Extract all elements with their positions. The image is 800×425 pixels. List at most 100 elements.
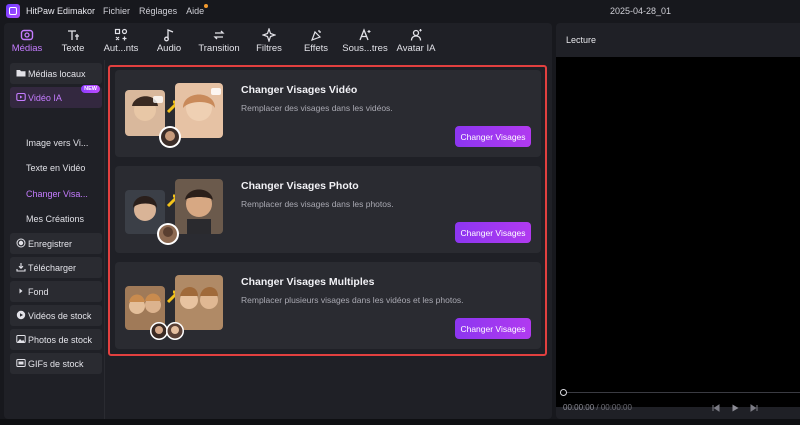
sidebar-item-label: Fond (28, 286, 49, 297)
playback-progress-track[interactable] (567, 392, 800, 393)
tab-medias-label: Médias (11, 43, 43, 54)
app-name: HitPaw Edimakor (26, 6, 96, 16)
tab-automations-label: Aut...nts (103, 43, 139, 54)
previous-frame-button[interactable] (711, 403, 721, 415)
changer-visages-video-button[interactable]: Changer Visages (455, 126, 531, 147)
step-back-icon (712, 404, 720, 412)
photo-icon (16, 335, 26, 343)
tab-filtres-label: Filtres (256, 43, 282, 54)
sidebar-item-fond[interactable]: Fond (10, 281, 102, 302)
card-changer-visages-video[interactable]: Changer Visages Vidéo Remplacer des visa… (115, 70, 541, 157)
play-circle-icon (16, 310, 26, 320)
sparkle-icon (262, 26, 276, 43)
tab-effets[interactable]: Effets (292, 23, 340, 59)
ai-video-icon (16, 92, 26, 102)
sidebar-item-label: Vidéo IA (28, 92, 62, 103)
card-changer-visages-multiples[interactable]: Changer Visages Multiples Remplacer plus… (115, 262, 541, 349)
card-title: Changer Visages Photo (241, 180, 359, 192)
total-time: 00:00:00 (600, 403, 632, 412)
tab-texte[interactable]: Texte (50, 23, 96, 59)
current-time: 00:00:00 (563, 403, 595, 412)
tab-texte-label: Texte (61, 43, 85, 54)
card-title: Changer Visages Multiples (241, 276, 375, 288)
gif-icon (16, 359, 26, 367)
changer-visages-multiples-button[interactable]: Changer Visages (455, 318, 531, 339)
music-note-icon (162, 26, 176, 43)
sidebar-subitem-changer-visages[interactable]: Changer Visa... (26, 189, 88, 199)
step-forward-icon (750, 404, 758, 412)
new-badge: NEW (81, 85, 100, 93)
chevron-right-icon (19, 288, 23, 294)
title-bar: HitPaw Edimakor Fichier Réglages Aide (0, 0, 800, 22)
tab-avatar-ia[interactable]: Avatar IA (390, 23, 442, 59)
play-button[interactable] (730, 403, 740, 415)
sidebar-item-label: Photos de stock (28, 334, 93, 345)
sidebar-divider (104, 60, 105, 419)
sidebar-item-label: Vidéos de stock (28, 310, 92, 321)
tab-avatar-ia-label: Avatar IA (396, 43, 436, 54)
menu-fichier[interactable]: Fichier (103, 6, 130, 16)
bottom-strip (0, 419, 800, 425)
menu-aide-label: Aide (186, 6, 205, 16)
sidebar-item-label: Médias locaux (28, 68, 86, 79)
playhead-handle[interactable] (560, 389, 567, 396)
sidebar-item-video-ia[interactable]: Vidéo IA NEW (10, 85, 102, 108)
app-window: HitPaw Edimakor Fichier Réglages Aide 20… (0, 0, 800, 425)
video-player[interactable] (556, 57, 800, 407)
card-title: Changer Visages Vidéo (241, 84, 358, 96)
sidebar-item-label: Télécharger (28, 262, 77, 273)
menu-aide[interactable]: Aide (186, 4, 209, 16)
subtitle-icon (358, 26, 372, 43)
menu-reglages[interactable]: Réglages (139, 6, 177, 16)
transition-icon (212, 26, 226, 43)
play-icon (732, 404, 739, 412)
media-icon (20, 26, 34, 43)
card-changer-visages-photo[interactable]: Changer Visages Photo Remplacer des visa… (115, 166, 541, 253)
folder-icon (16, 70, 26, 77)
app-logo-icon (6, 4, 20, 18)
tab-audio-label: Audio (156, 43, 182, 54)
next-frame-button[interactable] (749, 403, 759, 415)
sidebar-item-videos-de-stock[interactable]: Vidéos de stock (10, 305, 102, 326)
sidebar-item-enregistrer[interactable]: Enregistrer (10, 233, 102, 254)
tab-filtres[interactable]: Filtres (246, 23, 292, 59)
sidebar-item-medias-locaux[interactable]: Médias locaux (10, 63, 102, 84)
card-description: Remplacer plusieurs visages dans les vid… (241, 295, 464, 305)
sidebar-item-label: GIFs de stock (28, 358, 84, 369)
card-description: Remplacer des visages dans les photos. (241, 199, 394, 209)
preview-title: Lecture (566, 35, 597, 45)
tab-transition-label: Transition (198, 43, 240, 54)
timecode: 00:00:00 / 00:00:00 (563, 403, 632, 412)
preview-panel: Lecture 00:00:00 / 00:00:00 (556, 23, 800, 419)
download-icon (16, 263, 26, 272)
record-icon (16, 238, 26, 248)
sidebar-subitem-image-vers-video[interactable]: Image vers Vi... (26, 138, 88, 148)
notification-dot (204, 4, 209, 8)
main-toolbar: Médias Texte Aut...nts Audio Transition … (4, 23, 552, 59)
sidebar-item-telecharger[interactable]: Télécharger (10, 257, 102, 278)
avatar-icon (409, 26, 423, 43)
changer-visages-photo-button[interactable]: Changer Visages (455, 222, 531, 243)
sidebar-item-gifs-de-stock[interactable]: GIFs de stock (10, 353, 102, 374)
sidebar-subitem-mes-creations[interactable]: Mes Créations (26, 214, 84, 224)
tab-medias[interactable]: Médias (4, 23, 50, 59)
sidebar-item-label: Enregistrer (28, 238, 73, 249)
media-sidebar: Médias locaux Vidéo IA NEW Image vers Vi… (4, 60, 104, 419)
tab-transition[interactable]: Transition (192, 23, 246, 59)
face-swap-photo-thumbnail (125, 179, 223, 245)
face-swap-video-thumbnail (125, 83, 223, 148)
card-description: Remplacer des visages dans les vidéos. (241, 103, 393, 113)
project-title: 2025-04-28_01 (610, 6, 672, 16)
effects-icon (309, 26, 323, 43)
tab-sous-titres-label: Sous...tres (342, 43, 388, 54)
ai-tools-icon (114, 26, 128, 43)
tab-effets-label: Effets (303, 43, 329, 54)
sidebar-item-photos-de-stock[interactable]: Photos de stock (10, 329, 102, 350)
tab-audio[interactable]: Audio (146, 23, 192, 59)
time-separator: / (594, 403, 601, 412)
text-icon (66, 26, 80, 43)
tab-automations[interactable]: Aut...nts (96, 23, 146, 59)
face-swap-multiple-thumbnail (125, 275, 223, 340)
tab-sous-titres[interactable]: Sous...tres (340, 23, 390, 59)
sidebar-subitem-texte-en-video[interactable]: Texte en Vidéo (26, 163, 85, 173)
